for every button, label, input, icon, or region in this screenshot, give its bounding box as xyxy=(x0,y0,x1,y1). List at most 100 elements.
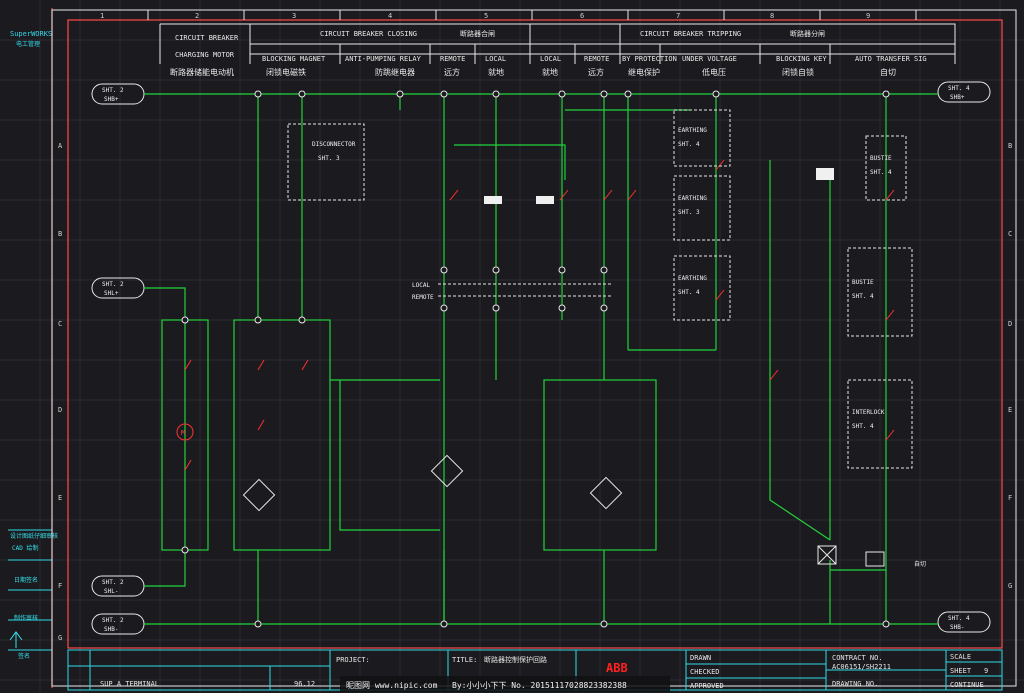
svg-text:REMOTE: REMOTE xyxy=(412,294,434,301)
svg-text:断路器储能电动机: 断路器储能电动机 xyxy=(170,67,234,77)
svg-text:DRAWN: DRAWN xyxy=(690,654,711,662)
svg-text:BY PROTECTION: BY PROTECTION xyxy=(622,55,677,63)
svg-text:M: M xyxy=(181,429,185,437)
svg-text:AC06151/SH2211: AC06151/SH2211 xyxy=(832,663,891,671)
svg-text:TITLE:: TITLE: xyxy=(452,656,477,664)
svg-text:闭锁自锁: 闭锁自锁 xyxy=(782,67,814,77)
svg-text:4: 4 xyxy=(388,12,392,20)
svg-text:SHT. 4: SHT. 4 xyxy=(852,423,874,430)
svg-text:ANTI-PUMPING RELAY: ANTI-PUMPING RELAY xyxy=(345,55,422,63)
svg-text:LOCAL: LOCAL xyxy=(412,282,430,289)
svg-text:闭锁电磁铁: 闭锁电磁铁 xyxy=(266,67,306,77)
svg-text:DISCONNECTOR: DISCONNECTOR xyxy=(312,141,356,148)
svg-text:3: 3 xyxy=(292,12,296,20)
svg-text:F: F xyxy=(1008,494,1012,502)
svg-text:制作审核: 制作审核 xyxy=(14,614,38,622)
svg-text:SHB+: SHB+ xyxy=(950,94,965,101)
svg-text:SHB-: SHB- xyxy=(104,626,118,633)
svg-text:CIRCUIT BREAKER CLOSING: CIRCUIT BREAKER CLOSING xyxy=(320,30,417,38)
svg-text:SHT. 4: SHT. 4 xyxy=(948,615,970,622)
svg-text:CAD 绘制: CAD 绘制 xyxy=(12,544,38,552)
svg-text:F: F xyxy=(58,582,62,590)
svg-text:G: G xyxy=(58,634,62,642)
svg-text:SHT. 4: SHT. 4 xyxy=(852,293,874,300)
svg-text:防跳继电器: 防跳继电器 xyxy=(375,67,415,77)
svg-text:EARTHING: EARTHING xyxy=(678,195,707,202)
svg-text:5: 5 xyxy=(484,12,488,20)
svg-text:SHT. 2: SHT. 2 xyxy=(102,87,124,94)
svg-text:CONTINUE: CONTINUE xyxy=(950,681,984,689)
svg-text:SHEET: SHEET xyxy=(950,667,972,675)
svg-text:签名: 签名 xyxy=(18,652,30,660)
svg-text:LOCAL: LOCAL xyxy=(485,55,506,63)
svg-text:断路器合闸: 断路器合闸 xyxy=(460,29,495,38)
svg-text:8: 8 xyxy=(770,12,774,20)
svg-text:PROJECT:: PROJECT: xyxy=(336,656,370,664)
svg-text:SHT. 4: SHT. 4 xyxy=(678,289,700,296)
svg-text:设计图纸仔细审核: 设计图纸仔细审核 xyxy=(10,532,58,540)
svg-text:就地: 就地 xyxy=(488,67,504,77)
svg-text:断路器分闸: 断路器分闸 xyxy=(790,29,825,38)
watermark: 昵图网 www.nipic.com By:小小小下下 No. 201511170… xyxy=(340,676,670,692)
svg-text:SCALE: SCALE xyxy=(950,653,971,661)
svg-text:自切: 自切 xyxy=(880,67,896,77)
svg-text:9: 9 xyxy=(866,12,870,20)
svg-text:ABB: ABB xyxy=(606,661,628,675)
svg-text:96.12: 96.12 xyxy=(294,680,315,688)
svg-text:SHT. 3: SHT. 3 xyxy=(678,209,700,216)
svg-text:DRAWING NO.: DRAWING NO. xyxy=(832,680,878,688)
svg-text:昵图网 www.nipic.com: 昵图网 www.nipic.com xyxy=(346,681,438,690)
svg-text:CIRCUIT BREAKER TRIPPING: CIRCUIT BREAKER TRIPPING xyxy=(640,30,741,38)
svg-text:SHT. 4: SHT. 4 xyxy=(678,141,700,148)
svg-text:SHL-: SHL- xyxy=(104,588,118,595)
svg-text:C: C xyxy=(1008,230,1012,238)
svg-text:就地: 就地 xyxy=(542,67,558,77)
svg-text:E: E xyxy=(1008,406,1012,414)
svg-text:REMOTE: REMOTE xyxy=(584,55,609,63)
svg-text:BLOCKING KEY: BLOCKING KEY xyxy=(776,55,827,63)
svg-text:C: C xyxy=(58,320,62,328)
svg-text:BUSTIE: BUSTIE xyxy=(852,279,874,286)
svg-text:D: D xyxy=(58,406,62,414)
svg-text:SHL+: SHL+ xyxy=(104,290,119,297)
svg-text:CONTRACT NO.: CONTRACT NO. xyxy=(832,654,883,662)
svg-text:远方: 远方 xyxy=(588,67,604,77)
svg-text:9: 9 xyxy=(984,667,988,675)
svg-text:EARTHING: EARTHING xyxy=(678,275,707,282)
svg-text:UNDER VOLTAGE: UNDER VOLTAGE xyxy=(682,55,737,63)
svg-text:G: G xyxy=(1008,582,1012,590)
svg-text:LOCAL: LOCAL xyxy=(540,55,561,63)
svg-text:AUTO TRANSFER SIG: AUTO TRANSFER SIG xyxy=(855,55,927,63)
svg-text:EARTHING: EARTHING xyxy=(678,127,707,134)
svg-text:D: D xyxy=(1008,320,1012,328)
svg-text:CIRCUIT BREAKER: CIRCUIT BREAKER xyxy=(175,34,239,42)
svg-text:SHT. 4: SHT. 4 xyxy=(870,169,892,176)
svg-text:B: B xyxy=(1008,142,1012,150)
svg-text:断路器控制保护回路: 断路器控制保护回路 xyxy=(484,655,547,664)
svg-text:BLOCKING MAGNET: BLOCKING MAGNET xyxy=(262,55,326,63)
svg-text:继电保护: 继电保护 xyxy=(628,67,660,77)
svg-text:SHT. 2: SHT. 2 xyxy=(102,579,124,586)
svg-text:CHECKED: CHECKED xyxy=(690,668,720,676)
svg-text:E: E xyxy=(58,494,62,502)
svg-text:7: 7 xyxy=(676,12,680,20)
svg-text:BUSTIE: BUSTIE xyxy=(870,155,892,162)
svg-text:低电压: 低电压 xyxy=(702,67,726,77)
svg-text:SHB-: SHB- xyxy=(950,624,964,631)
svg-text:SUP A TERMINAL: SUP A TERMINAL xyxy=(100,680,159,688)
svg-text:SuperWORKS: SuperWORKS xyxy=(10,30,52,38)
svg-text:日期签名: 日期签名 xyxy=(14,576,38,584)
svg-text:SHT. 3: SHT. 3 xyxy=(318,155,340,162)
svg-text:INTERLOCK: INTERLOCK xyxy=(852,409,885,416)
svg-text:APPROVED: APPROVED xyxy=(690,682,724,690)
svg-text:By:小小小下下 No. 201511170288233: By:小小小下下 No. 20151117028823382388 xyxy=(452,681,627,690)
svg-text:REMOTE: REMOTE xyxy=(440,55,465,63)
svg-text:6: 6 xyxy=(580,12,584,20)
svg-text:SHT. 2: SHT. 2 xyxy=(102,617,124,624)
svg-text:电工管理: 电工管理 xyxy=(16,40,40,48)
svg-text:自切: 自切 xyxy=(914,560,926,568)
svg-text:CHARGING MOTOR: CHARGING MOTOR xyxy=(175,51,235,59)
svg-text:1: 1 xyxy=(100,12,104,20)
svg-text:SHT. 4: SHT. 4 xyxy=(948,85,970,92)
svg-text:远方: 远方 xyxy=(444,67,460,77)
